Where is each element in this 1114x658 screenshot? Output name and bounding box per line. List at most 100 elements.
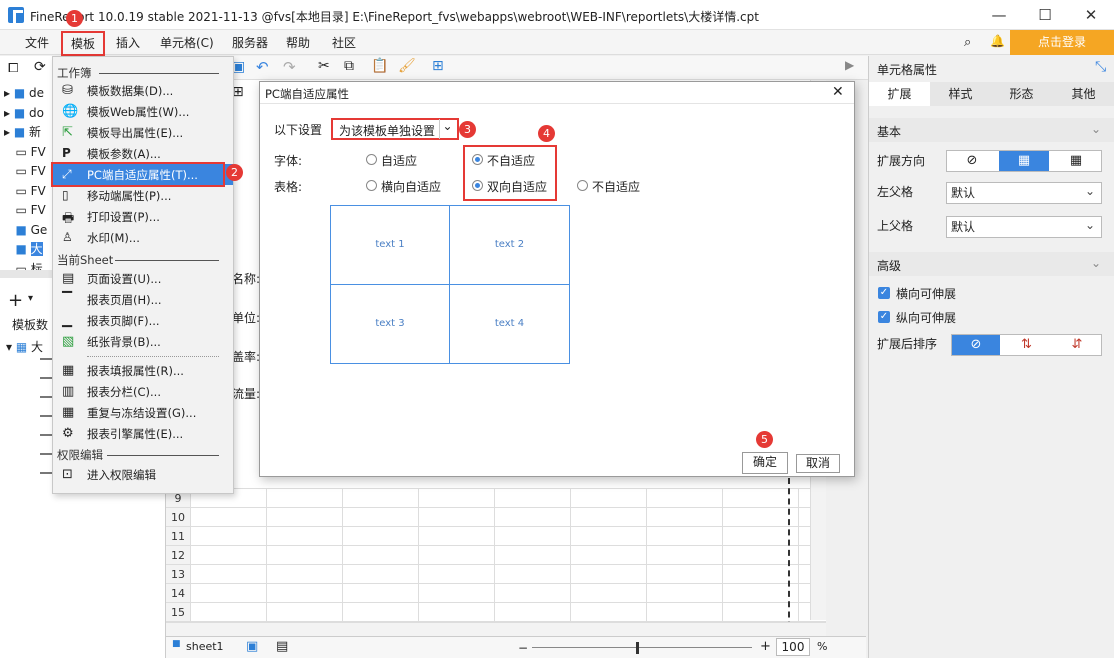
collapse-icon[interactable]: ⌄ [1091,256,1101,270]
close-window-button[interactable]: ✕ [1076,4,1106,26]
row-header[interactable]: 14 [166,584,190,603]
paste-icon[interactable]: 📋 [371,58,388,74]
menu-item-columns[interactable]: ▥ 报表分栏(C)... [53,381,233,402]
row-header[interactable]: 12 [166,546,190,565]
menu-item-freeze[interactable]: ▦ 重复与冻结设置(G)... [53,402,233,423]
menu-file[interactable]: 文件 [25,34,49,51]
add-sheet-icon[interactable]: ▣ [246,639,258,654]
dataset-root[interactable]: ▾ ▦ 大 [6,338,43,355]
sort-desc-icon[interactable]: ⇵ [1053,335,1101,355]
expand-direction-label: 扩展方向 [877,154,926,168]
menu-insert[interactable]: 插入 [116,34,140,51]
menu-item-engine[interactable]: ⚙ 报表引擎属性(E)... [53,423,233,444]
menu-item-footer[interactable]: ▁ 报表页脚(F)... [53,310,233,331]
menu-cell[interactable]: 单元格(C) [160,34,214,51]
sort-asc-icon[interactable]: ⇅ [1002,335,1051,355]
tree-item[interactable]: ■ Ge [4,221,47,241]
v-expand-checkbox[interactable]: ✓ [878,311,890,323]
tree-item[interactable]: ▭ FV [4,182,47,202]
zoom-input[interactable]: 100 [776,638,810,656]
tab-expand[interactable]: 扩展 [869,82,930,106]
row-header[interactable]: 13 [166,565,190,584]
row-header[interactable]: 11 [166,527,190,546]
expand-right-icon[interactable]: ▶ [845,58,854,72]
ok-button[interactable]: 确定 [742,452,788,474]
tree-item[interactable]: ▸ ■ de [4,84,47,104]
menu-item-web-attr[interactable]: 🌐 模板Web属性(W)... [53,101,233,122]
menu-item-fill-attr[interactable]: ▦ 报表填报属性(R)... [53,360,233,381]
h-expand-label: 横向可伸展 [896,287,957,301]
maximize-button[interactable]: ☐ [1030,4,1060,26]
tab-form[interactable]: 形态 [991,82,1052,106]
redo-icon[interactable]: ↷ [283,58,296,76]
setting-select[interactable]: 为该模板单独设置 ⌄ [331,118,459,140]
bell-icon[interactable]: 🔔 [990,34,1005,48]
vertical-expand-icon[interactable]: ▦ [999,151,1049,171]
refresh-icon[interactable]: ⟳ [34,59,46,75]
tab-other[interactable]: 其他 [1052,82,1114,106]
chevron-down-icon[interactable]: ▾ [28,293,33,304]
tree-item[interactable]: ▭ FV [4,201,47,221]
menu-item-permission-edit[interactable]: ⊡ 进入权限编辑 [53,464,233,485]
tree-item[interactable]: ▭ FV [4,143,47,163]
format-brush-icon[interactable]: 🖌 [398,58,416,74]
cancel-button[interactable]: 取消 [796,454,840,473]
pin-icon[interactable]: ⤡ [1095,59,1106,75]
left-parent-select[interactable]: 默认 [946,181,1102,204]
expand-direction-toggle[interactable]: ⊘ ▦ ▦ [946,150,1102,172]
zoom-out-icon[interactable]: − [518,641,528,655]
sheet-tab[interactable]: sheet1 [186,640,224,653]
tree-item[interactable]: ▭ FV [4,162,47,182]
menu-item-print[interactable]: 🖶 打印设置(P)... [53,206,233,227]
tree-item-selected[interactable]: ■ 大 [4,240,47,260]
sort-toggle[interactable]: ⊘ ⇅ ⇵ [951,334,1102,356]
step-badge-1: 1 [66,10,83,27]
tab-style[interactable]: 样式 [930,82,991,106]
menu-item-background[interactable]: ▧ 纸张背景(B)... [53,331,233,352]
collapse-icon[interactable]: ⌄ [1091,122,1101,136]
tree-item[interactable]: ▸ ■ 新 [4,123,47,143]
section-basic-header[interactable] [869,118,1114,142]
h-expand-checkbox[interactable]: ✓ [878,287,890,299]
no-sort-icon[interactable]: ⊘ [952,335,1000,355]
menu-item-params[interactable]: P 模板参数(A)... [53,143,233,164]
menu-community[interactable]: 社区 [332,34,356,51]
menu-item-header[interactable]: ▔ 报表页眉(H)... [53,289,233,310]
add-poly-icon[interactable]: ▤ [276,639,288,654]
horizontal-scrollbar[interactable] [166,622,826,636]
menu-item-mobile[interactable]: ▯ 移动端属性(P)... [53,185,233,206]
row-header[interactable]: 10 [166,508,190,527]
section-advanced-header[interactable] [869,252,1114,276]
up-parent-select[interactable]: 默认 [946,215,1102,238]
sort-label: 扩展后排序 [877,337,938,351]
font-adaptive-radio[interactable] [366,154,377,165]
no-expand-icon[interactable]: ⊘ [947,151,997,171]
preview-icon[interactable]: ⊞ [432,58,444,74]
menu-help[interactable]: 帮助 [286,34,310,51]
row-header[interactable]: 15 [166,603,190,622]
table-none-radio[interactable] [577,180,588,191]
search-icon[interactable]: ⌕ [964,35,971,50]
menu-item-page-setup[interactable]: ▤ 页面设置(U)... [53,268,233,289]
add-dataset-icon[interactable]: + [8,290,23,311]
preview-cell: text 2 [449,205,570,285]
login-button[interactable]: 点击登录 [1010,30,1114,55]
horizontal-expand-icon[interactable]: ▦ [1051,151,1101,171]
undo-icon[interactable]: ↶ [256,58,269,76]
menu-item-watermark[interactable]: ♙ 水印(M)... [53,227,233,248]
zoom-slider-thumb[interactable] [636,642,639,654]
menu-item-datasets[interactable]: ⛁ 模板数据集(D)... [53,80,233,101]
copy-icon[interactable]: ⧉ [344,58,354,74]
dialog-close-icon[interactable]: ✕ [832,84,844,100]
new-folder-icon[interactable]: ⧠ [8,61,18,76]
cut-icon[interactable]: ✂ [318,58,330,74]
menu-server[interactable]: 服务器 [232,34,268,51]
tree-item[interactable]: ▸ ■ do [4,104,47,124]
menu-template[interactable]: 模板 [61,31,106,56]
menu-item-export-attr[interactable]: ⇱ 模板导出属性(E)... [53,122,233,143]
zoom-in-icon[interactable]: + [760,639,771,654]
sheet-grid[interactable] [190,488,826,622]
zoom-slider[interactable] [532,647,752,648]
table-horizontal-radio[interactable] [366,180,377,191]
minimize-button[interactable]: — [984,4,1014,26]
